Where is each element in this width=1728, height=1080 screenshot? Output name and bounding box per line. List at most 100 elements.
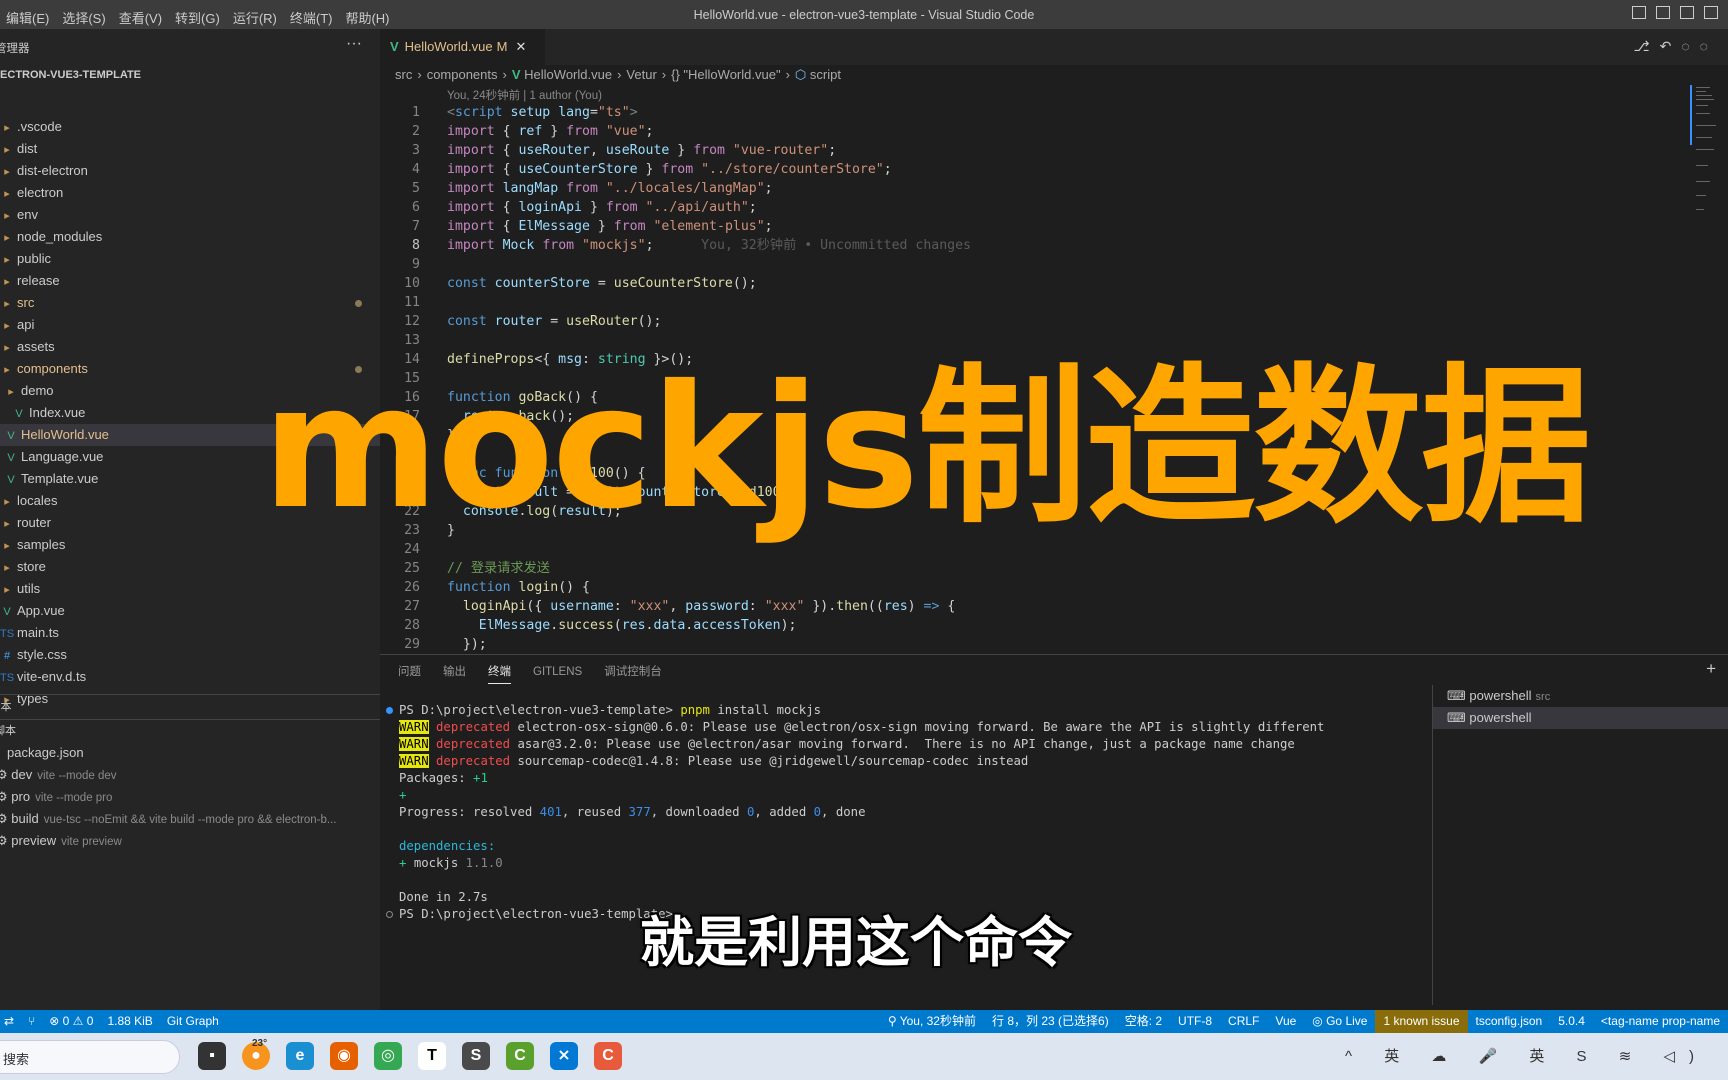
line-number: 5 (412, 181, 420, 196)
status-item[interactable]: ⇄ (4, 1014, 14, 1028)
menu-run[interactable]: 运行(R) (227, 0, 284, 27)
status-item[interactable]: tsconfig.json (1468, 1010, 1551, 1033)
new-terminal-button[interactable]: + (1706, 659, 1716, 679)
tree-item[interactable]: ▸ store (0, 556, 380, 578)
status-item[interactable]: 行 8，列 23 (已选择6) (984, 1010, 1117, 1033)
project-title[interactable]: ELECTRON-VUE3-TEMPLATE (0, 69, 141, 81)
tree-item[interactable]: V App.vue (0, 600, 380, 622)
status-item[interactable]: <tag-name prop-name (1593, 1010, 1728, 1033)
close-tab-icon[interactable]: ✕ (515, 39, 526, 54)
status-item[interactable]: CRLF (1220, 1010, 1267, 1033)
npm-package-json[interactable]: package.json (7, 742, 84, 764)
minimap[interactable] (1690, 85, 1720, 235)
taskbar-edge-icon[interactable]: e (286, 1042, 314, 1070)
status-item[interactable]: 1 known issue (1375, 1010, 1468, 1033)
folder-icon: ▸ (4, 144, 10, 156)
taskbar-vscode-icon[interactable]: ⨯ (550, 1042, 578, 1070)
source-control-icon[interactable]: ⎇ (1633, 38, 1659, 54)
status-item[interactable]: 5.0.4 (1550, 1010, 1593, 1033)
code-token: ; (764, 219, 773, 234)
panel-tab[interactable]: 终端 (488, 663, 511, 684)
menu-help[interactable]: 帮助(H) (339, 0, 396, 27)
tree-item[interactable]: ▸ api (0, 314, 380, 336)
toggle-secondary-sidebar-icon[interactable] (1680, 6, 1694, 19)
more-actions-icon[interactable]: ··· (346, 35, 362, 53)
tree-item[interactable]: ▸ electron (0, 182, 380, 204)
taskbar-task-view-icon[interactable]: ▪ (198, 1042, 226, 1070)
code-token: "../api/auth" (645, 200, 749, 215)
tree-item[interactable]: # style.css (0, 644, 380, 666)
status-item[interactable]: 空格: 2 (1117, 1010, 1170, 1033)
toggle-panel-icon[interactable] (1656, 6, 1670, 19)
code-token: useRoute (605, 143, 670, 158)
breadcrumb-item[interactable]: {} "HelloWorld.vue" (671, 67, 780, 82)
status-item[interactable]: UTF-8 (1170, 1010, 1220, 1033)
circle-icon[interactable]: ◌ (1681, 38, 1699, 54)
breadcrumb-item[interactable]: Vetur (626, 67, 656, 82)
menu-selection[interactable]: 选择(S) (56, 0, 112, 27)
npm-script-preview[interactable]: ⚙ preview vite preview (0, 830, 122, 852)
menu-goto[interactable]: 转到(G) (169, 0, 227, 27)
taskbar-weather-icon[interactable]: ● 23° (242, 1038, 270, 1070)
tree-item[interactable]: TS main.ts (0, 622, 380, 644)
status-item[interactable]: Vue (1267, 1010, 1304, 1033)
taskbar-search[interactable]: 搜索 (0, 1040, 180, 1074)
tree-item[interactable]: ▸ .vscode (0, 116, 380, 138)
taskbar-firefox-icon[interactable]: ◉ (330, 1042, 358, 1070)
taskbar-camtasia-red-icon[interactable]: C (594, 1042, 622, 1070)
taskbar-typora-icon[interactable]: T (418, 1042, 446, 1070)
npm-script-pro[interactable]: ⚙ pro vite --mode pro (0, 786, 112, 808)
tree-item[interactable]: ▸ types (0, 688, 380, 710)
menu-edit[interactable]: 编辑(E) (0, 0, 56, 27)
npm-script-build[interactable]: ⚙ build vue-tsc --noEmit && vite build --… (0, 808, 336, 830)
tree-item[interactable]: ▸ dist (0, 138, 380, 160)
panel-tab[interactable]: 调试控制台 (604, 663, 662, 683)
panel-tab[interactable]: 输出 (443, 663, 466, 683)
panel-tab[interactable]: GITLENS (533, 666, 582, 682)
code-token: password (685, 599, 749, 614)
system-tray[interactable]: ^ 英 ☁ 🎤 英 S ≋ ◁) (1345, 1045, 1708, 1066)
code-token: // 登录请求发送 (447, 561, 550, 576)
breadcrumb-item[interactable]: src (395, 67, 412, 82)
taskbar-camtasia-green-icon[interactable]: C (506, 1042, 534, 1070)
code-token: loginApi (518, 200, 582, 215)
status-item[interactable]: ⚲ You, 32秒钟前 (880, 1010, 984, 1033)
terminal-instance[interactable]: ⌨ powershell (1433, 707, 1728, 729)
tree-item[interactable]: ▸ public (0, 248, 380, 270)
tab-helloworld-vue[interactable]: V HelloWorld.vue M ✕ (380, 29, 545, 65)
status-item[interactable]: ⊗ 0 ⚠ 0 (49, 1014, 93, 1028)
terminal-output[interactable]: PS D:\project\electron-vue3-template> pn… (380, 702, 1430, 923)
tree-item[interactable]: ▸ env (0, 204, 380, 226)
menu-view[interactable]: 查看(V) (113, 0, 169, 27)
tree-item[interactable]: TS vite-env.d.ts (0, 666, 380, 688)
tree-item[interactable]: ▸ release (0, 270, 380, 292)
tree-item[interactable]: ▸ node_modules (0, 226, 380, 248)
status-item[interactable]: 1.88 KiB (107, 1014, 152, 1028)
terminal-instance[interactable]: ⌨ powershell src (1433, 685, 1728, 707)
more-icon[interactable]: ◌ (1700, 38, 1718, 54)
code-token: ElMessage (478, 618, 551, 633)
menu-terminal[interactable]: 终端(T) (284, 0, 340, 27)
tree-item[interactable]: ▸ src (0, 292, 380, 314)
tree-item[interactable]: ▸ utils (0, 578, 380, 600)
code-token: res (883, 599, 908, 614)
tree-item[interactable]: ▸ dist-electron (0, 160, 380, 182)
code-token: const (447, 276, 487, 291)
revert-icon[interactable]: ↶ (1660, 38, 1682, 54)
taskbar-sublime-icon[interactable]: S (462, 1042, 490, 1070)
toggle-sidebar-icon[interactable] (1632, 6, 1646, 19)
breadcrumb-item[interactable]: HelloWorld.vue (524, 67, 612, 82)
npm-section[interactable]: 脚本 (0, 720, 16, 742)
npm-scripts-header[interactable]: NPM 脚本 (0, 696, 12, 718)
npm-script-dev[interactable]: ⚙ dev vite --mode dev (0, 764, 117, 786)
code-token: You, 32秒钟前 • Uncommitted changes (653, 238, 971, 253)
breadcrumb-item[interactable]: script (810, 67, 841, 82)
panel-tab[interactable]: 问题 (398, 663, 421, 683)
taskbar-chrome-icon[interactable]: ◎ (374, 1042, 402, 1070)
customize-layout-icon[interactable] (1704, 6, 1718, 19)
status-item[interactable]: ◎ Go Live (1304, 1010, 1375, 1033)
status-item[interactable]: Git Graph (167, 1014, 219, 1028)
status-item[interactable]: ⑂ (28, 1014, 35, 1028)
breadcrumb-item[interactable]: components (427, 67, 498, 82)
